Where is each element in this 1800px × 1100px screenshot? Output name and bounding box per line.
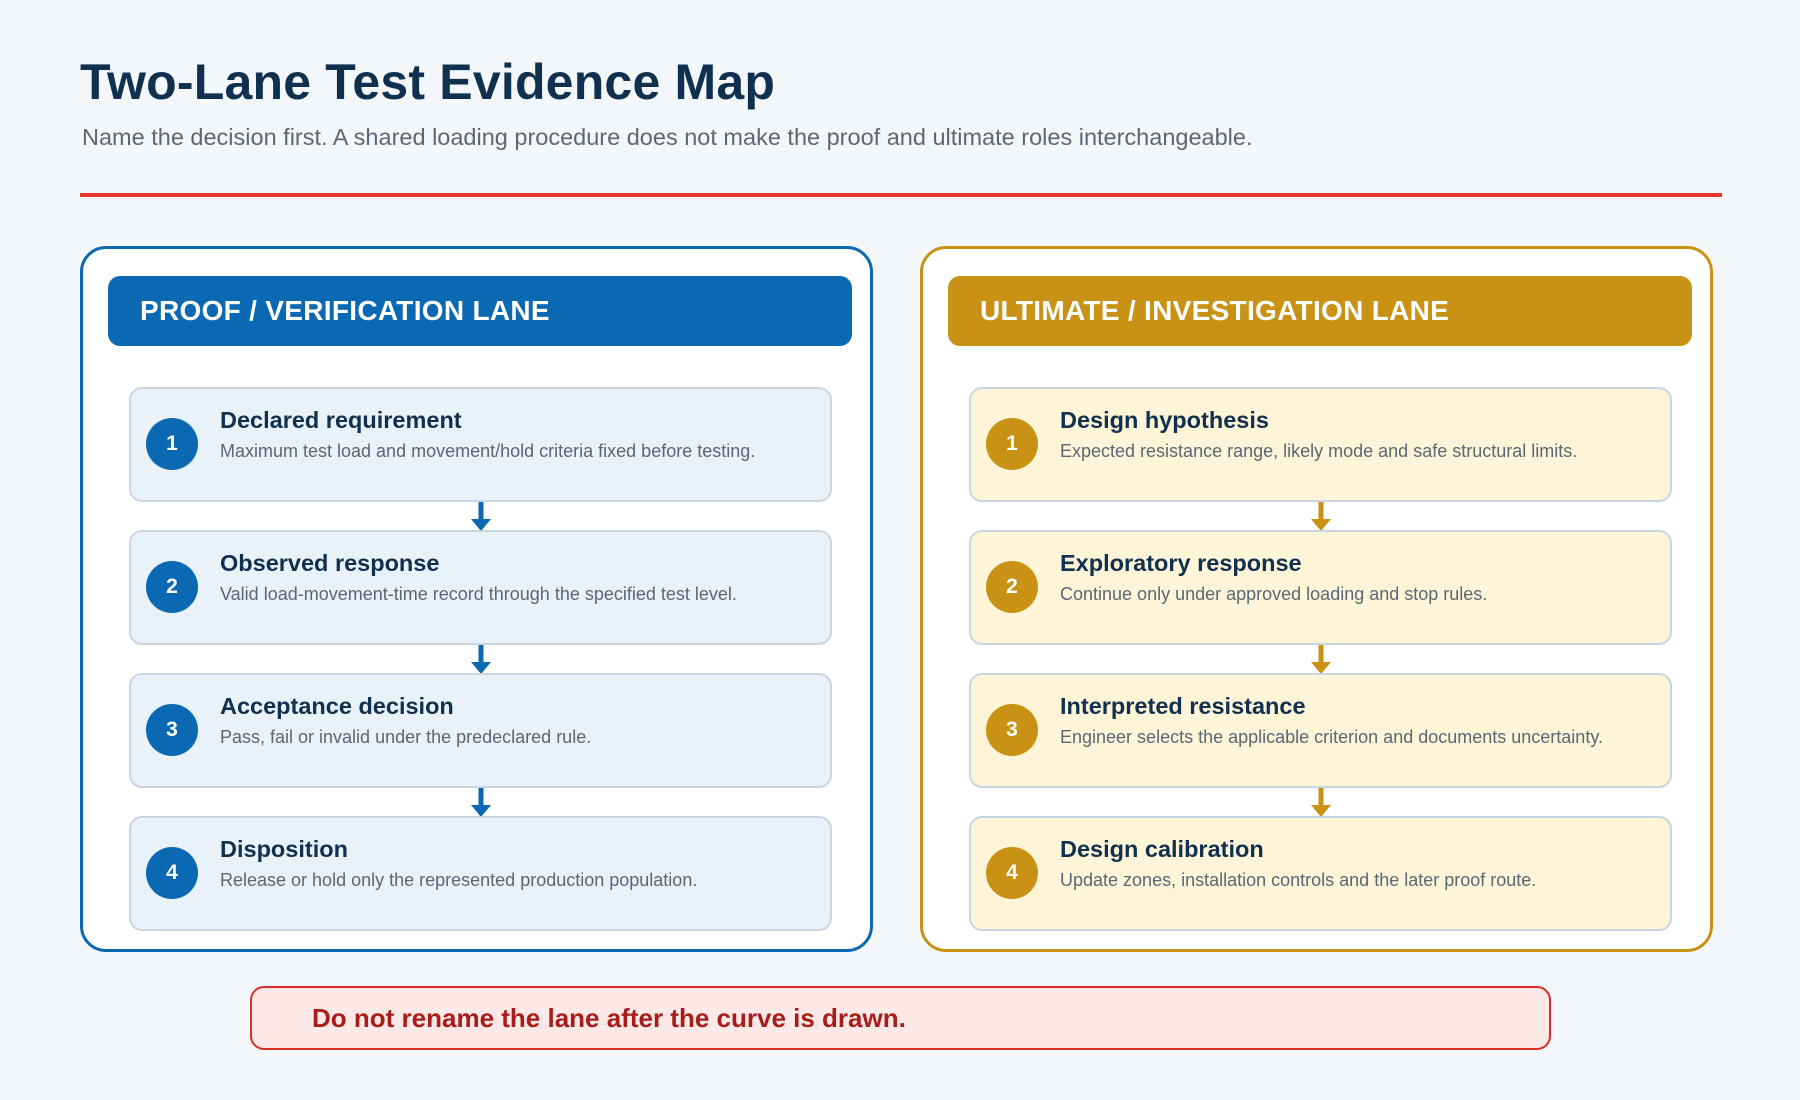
step-number-badge: 1 <box>986 418 1038 470</box>
step-title: Disposition <box>220 836 348 862</box>
down-arrow-icon <box>1311 502 1331 531</box>
proof-step-2: 2 Observed response Valid load-movement-… <box>129 530 832 645</box>
step-title: Acceptance decision <box>220 693 454 719</box>
step-title: Exploratory response <box>1060 550 1302 576</box>
step-description: Update zones, installation controls and … <box>1060 870 1537 890</box>
step-number-badge: 4 <box>146 847 198 899</box>
warning-callout: Do not rename the lane after the curve i… <box>250 986 1551 1050</box>
ultimate-step-1: 1 Design hypothesis Expected resistance … <box>969 387 1672 502</box>
proof-step-1: 1 Declared requirement Maximum test load… <box>129 387 832 502</box>
step-number-badge: 1 <box>146 418 198 470</box>
proof-lane-header: PROOF / VERIFICATION LANE <box>108 276 852 346</box>
step-number-badge: 4 <box>986 847 1038 899</box>
warning-text: Do not rename the lane after the curve i… <box>312 1003 906 1033</box>
down-arrow-icon <box>471 788 491 817</box>
proof-step-3: 3 Acceptance decision Pass, fail or inva… <box>129 673 832 788</box>
step-description: Maximum test load and movement/hold crit… <box>220 441 756 461</box>
ultimate-step-4: 4 Design calibration Update zones, insta… <box>969 816 1672 931</box>
proof-verification-lane: PROOF / VERIFICATION LANE 1 Declared req… <box>80 246 873 952</box>
step-title: Observed response <box>220 550 440 576</box>
proof-step-4: 4 Disposition Release or hold only the r… <box>129 816 832 931</box>
step-description: Valid load-movement-time record through … <box>220 584 737 604</box>
step-title: Design hypothesis <box>1060 407 1269 433</box>
step-number-badge: 3 <box>986 704 1038 756</box>
ultimate-step-3: 3 Interpreted resistance Engineer select… <box>969 673 1672 788</box>
ultimate-step-2: 2 Exploratory response Continue only und… <box>969 530 1672 645</box>
step-description: Expected resistance range, likely mode a… <box>1060 441 1578 461</box>
step-description: Release or hold only the represented pro… <box>220 870 698 890</box>
ultimate-investigation-lane: ULTIMATE / INVESTIGATION LANE 1 Design h… <box>920 246 1713 952</box>
ultimate-lane-header: ULTIMATE / INVESTIGATION LANE <box>948 276 1692 346</box>
step-number-badge: 3 <box>146 704 198 756</box>
down-arrow-icon <box>471 502 491 531</box>
down-arrow-icon <box>1311 645 1331 674</box>
step-description: Pass, fail or invalid under the predecla… <box>220 727 592 747</box>
step-title: Declared requirement <box>220 407 462 433</box>
down-arrow-icon <box>1311 788 1331 817</box>
page-subtitle: Name the decision first. A shared loadin… <box>82 124 1253 150</box>
step-title: Interpreted resistance <box>1060 693 1306 719</box>
step-title: Design calibration <box>1060 836 1264 862</box>
page-title: Two-Lane Test Evidence Map <box>80 54 776 110</box>
step-number-badge: 2 <box>146 561 198 613</box>
step-description: Engineer selects the applicable criterio… <box>1060 727 1603 747</box>
step-description: Continue only under approved loading and… <box>1060 584 1488 604</box>
step-number-badge: 2 <box>986 561 1038 613</box>
title-divider <box>80 193 1722 197</box>
down-arrow-icon <box>471 645 491 674</box>
